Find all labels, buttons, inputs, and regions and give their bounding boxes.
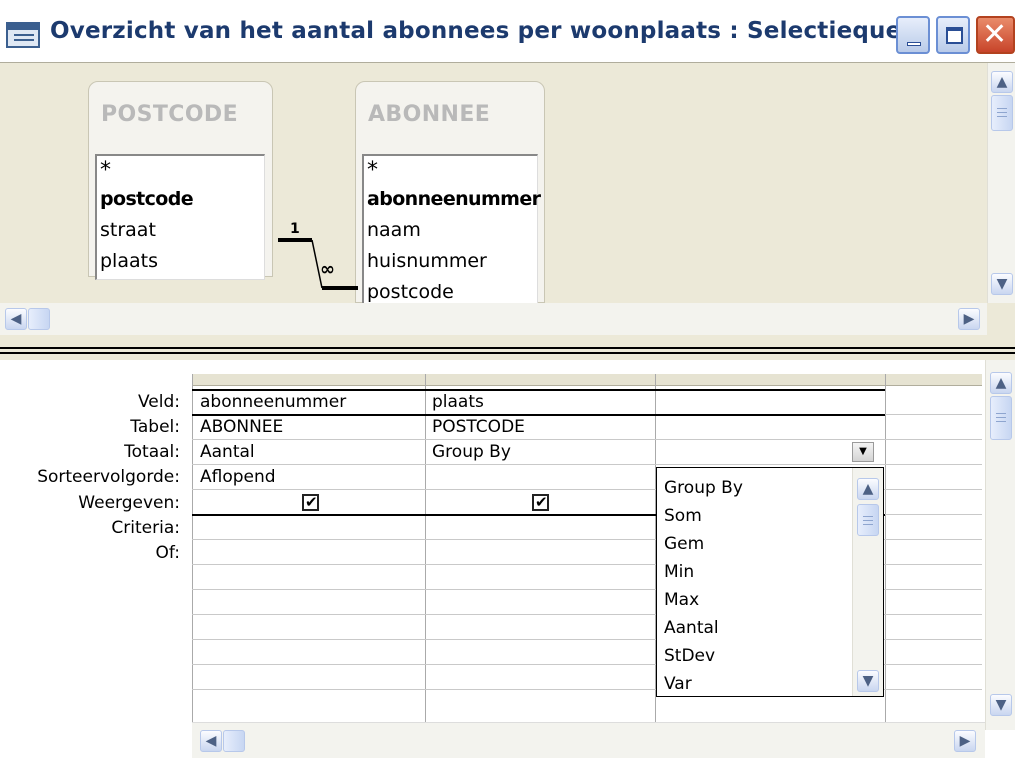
scroll-up-icon[interactable]: ▲ <box>990 372 1012 394</box>
row-label-tabel: Tabel: <box>130 417 180 437</box>
scroll-thumb[interactable] <box>990 396 1012 440</box>
scroll-down-icon[interactable]: ▼ <box>857 670 879 692</box>
table-abonnee[interactable]: ABONNEE * abonneenummer naam huisnummer … <box>355 81 545 310</box>
relationship-one-label: 1 <box>290 221 300 237</box>
totaal-dropdown-list[interactable]: Group By Som Gem Min Max Aantal StDev Va… <box>656 467 884 697</box>
row-label-criteria: Criteria: <box>111 518 180 538</box>
table-title: ABONNEE <box>368 102 491 127</box>
relationship-line[interactable]: 1 ∞ <box>270 213 360 293</box>
field-naam[interactable]: naam <box>364 215 537 246</box>
table-diagram-pane: POSTCODE * postcode straat plaats ABONNE… <box>0 62 1015 340</box>
scroll-thumb[interactable] <box>991 95 1013 131</box>
cell-totaal-1[interactable]: Aantal <box>200 442 255 462</box>
table-title: POSTCODE <box>101 102 239 127</box>
scroll-thumb[interactable] <box>28 308 50 330</box>
cell-tabel-2[interactable]: POSTCODE <box>432 417 525 437</box>
dropdown-option-aantal[interactable]: Aantal <box>664 618 719 638</box>
scroll-up-icon[interactable]: ▲ <box>857 478 879 500</box>
scroll-up-icon[interactable]: ▲ <box>991 71 1013 93</box>
row-label-veld: Veld: <box>137 392 180 412</box>
scroll-down-icon[interactable]: ▼ <box>991 273 1013 295</box>
column-selector[interactable] <box>193 374 425 386</box>
field-list: * abonneenummer naam huisnummer postcode <box>362 154 541 310</box>
maximize-icon <box>946 27 963 44</box>
relationship-many-label: ∞ <box>320 259 335 280</box>
query-window-icon[interactable] <box>6 22 40 48</box>
column-selector[interactable] <box>885 374 982 386</box>
field-all[interactable]: * <box>364 156 537 184</box>
dropdown-option-gem[interactable]: Gem <box>664 534 704 554</box>
upper-vertical-scrollbar[interactable]: ▲ ▼ <box>987 63 1015 303</box>
dropdown-option-group-by[interactable]: Group By <box>664 478 743 498</box>
row-label-of: Of: <box>155 543 181 563</box>
field-straat[interactable]: straat <box>97 215 264 246</box>
window-title: Overzicht van het aantal abonnees per wo… <box>50 18 929 44</box>
minimize-button[interactable] <box>896 16 930 54</box>
field-list: * postcode straat plaats <box>95 154 265 280</box>
grid-horizontal-scrollbar[interactable]: ◀ ▶ <box>192 722 985 758</box>
pane-splitter[interactable] <box>0 340 1015 360</box>
cell-veld-1[interactable]: abonneenummer <box>200 392 346 412</box>
cell-totaal-2[interactable]: Group By <box>432 442 511 462</box>
field-abonneenummer[interactable]: abonneenummer <box>364 184 541 215</box>
checkmark-icon: ✔ <box>305 493 318 511</box>
scroll-down-icon[interactable]: ▼ <box>990 694 1012 716</box>
maximize-button[interactable] <box>936 16 970 54</box>
scroll-right-icon[interactable]: ▶ <box>954 730 976 752</box>
cell-veld-2[interactable]: plaats <box>432 392 484 412</box>
title-bar: Overzicht van het aantal abonnees per wo… <box>0 0 1015 62</box>
dropdown-option-var[interactable]: Var <box>664 674 692 694</box>
dropdown-option-min[interactable]: Min <box>664 562 694 582</box>
column-selector[interactable] <box>425 374 655 386</box>
show-checkbox-1[interactable]: ✔ <box>302 493 319 511</box>
scroll-thumb[interactable] <box>857 504 879 536</box>
scroll-left-icon[interactable]: ◀ <box>200 730 222 752</box>
row-label-weergeven: Weergeven: <box>78 493 180 513</box>
close-icon: ✕ <box>982 17 1008 52</box>
cell-sort-1[interactable]: Aflopend <box>200 467 276 487</box>
row-label-totaal: Totaal: <box>124 442 180 462</box>
scroll-thumb[interactable] <box>223 730 245 752</box>
dropdown-option-max[interactable]: Max <box>664 590 699 610</box>
column-selector[interactable] <box>655 374 885 386</box>
dropdown-option-som[interactable]: Som <box>664 506 702 526</box>
upper-horizontal-scrollbar[interactable]: ◀ ▶ <box>0 303 987 335</box>
grid-vertical-scrollbar[interactable]: ▲ ▼ <box>985 360 1015 730</box>
field-all[interactable]: * <box>97 156 264 184</box>
table-postcode[interactable]: POSTCODE * postcode straat plaats <box>88 81 273 280</box>
dropdown-option-stdev[interactable]: StDev <box>664 646 715 666</box>
totaal-dropdown-button[interactable]: ▼ <box>852 442 874 462</box>
show-checkbox-2[interactable]: ✔ <box>532 493 549 511</box>
cell-tabel-1[interactable]: ABONNEE <box>200 417 283 437</box>
scroll-right-icon[interactable]: ▶ <box>958 308 980 330</box>
row-label-sorteervolgorde: Sorteervolgorde: <box>37 467 180 487</box>
field-postcode[interactable]: postcode <box>97 184 264 215</box>
dropdown-scrollbar[interactable]: ▲ ▼ <box>852 468 883 696</box>
field-huisnummer[interactable]: huisnummer <box>364 246 537 277</box>
close-button[interactable]: ✕ <box>976 16 1015 54</box>
scroll-left-icon[interactable]: ◀ <box>5 308 27 330</box>
field-plaats[interactable]: plaats <box>97 246 264 277</box>
checkmark-icon: ✔ <box>535 493 548 511</box>
minimize-icon <box>907 42 921 46</box>
